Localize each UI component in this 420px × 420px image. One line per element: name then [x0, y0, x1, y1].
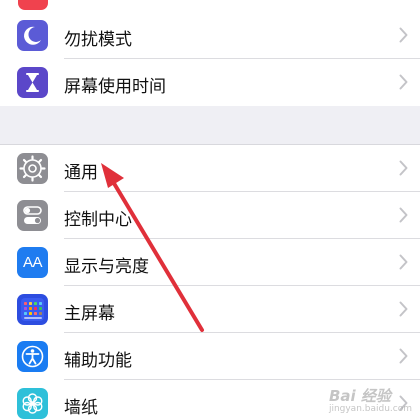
section-gap [0, 106, 420, 145]
row-screen-time[interactable]: 屏幕使用时间 [0, 59, 420, 106]
grid-icon [17, 294, 48, 325]
row-label: 主屏幕 [64, 304, 115, 324]
chevron-right-icon [399, 301, 408, 317]
accessibility-icon [17, 341, 48, 372]
gear-icon [17, 153, 48, 184]
row-label: 显示与亮度 [64, 257, 149, 277]
chevron-right-icon [399, 27, 408, 43]
row-home-screen[interactable]: 主屏幕 [0, 286, 420, 333]
row-control-center[interactable]: 控制中心 [0, 192, 420, 239]
row-label: 通用 [64, 163, 98, 183]
watermark-brand: Bai 经验 [328, 387, 391, 405]
flower-icon [17, 388, 48, 419]
chevron-right-icon [399, 74, 408, 90]
row-label: 墙纸 [64, 398, 98, 418]
row-label: 屏幕使用时间 [64, 77, 166, 97]
moon-icon [17, 20, 48, 51]
watermark: Bai 经验 jingyan.baidu.com [329, 385, 412, 414]
toggles-icon [17, 200, 48, 231]
chevron-right-icon [399, 207, 408, 223]
hourglass-icon [17, 67, 48, 98]
row-label: 勿扰模式 [64, 30, 132, 50]
watermark-url: jingyan.baidu.com [328, 404, 412, 414]
chevron-right-icon [399, 348, 408, 364]
icon-text: AA [22, 254, 43, 271]
row-display-brightness[interactable]: AA 显示与亮度 [0, 239, 420, 286]
aa-text-icon: AA [17, 247, 48, 278]
row-do-not-disturb[interactable]: 勿扰模式 [0, 12, 420, 59]
row-general[interactable]: 通用 [0, 145, 420, 192]
chevron-right-icon [399, 254, 408, 270]
partial-app-icon [18, 0, 48, 10]
row-accessibility[interactable]: 辅助功能 [0, 333, 420, 380]
chevron-right-icon [399, 160, 408, 176]
row-label: 辅助功能 [64, 351, 132, 371]
row-label: 控制中心 [64, 210, 132, 230]
